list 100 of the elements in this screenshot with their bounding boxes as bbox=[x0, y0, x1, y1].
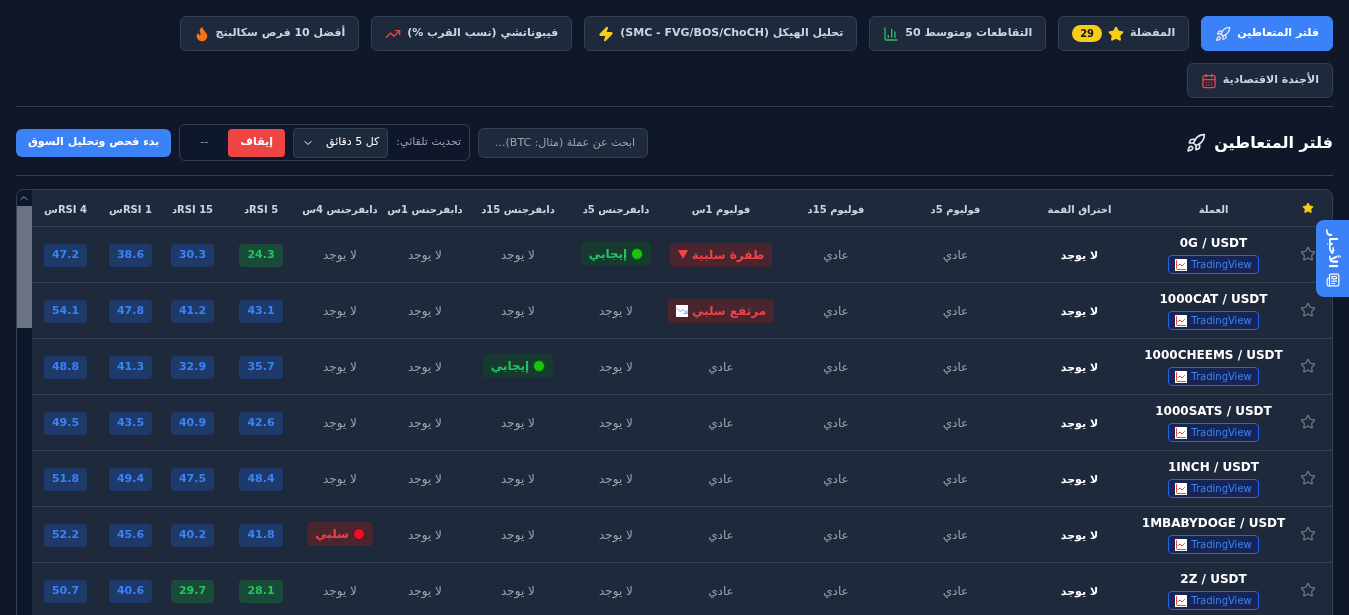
rsi-badge: 24.3 bbox=[239, 244, 283, 267]
volume-badge: مرتفع سلبي bbox=[667, 298, 775, 323]
divergence-text: لا يوجد bbox=[323, 416, 357, 430]
nav-tab[interactable]: الأجندة الاقتصادية bbox=[1186, 63, 1333, 98]
chart-icon bbox=[1175, 426, 1188, 439]
rsi-badge: 43.5 bbox=[108, 412, 153, 435]
divergence-text: لا يوجد bbox=[408, 528, 442, 542]
breakout-text: لا يوجد bbox=[1060, 305, 1099, 318]
nav-tab[interactable]: التقاطعات ومتوسط 50 bbox=[869, 16, 1047, 51]
divergence-text: لا يوجد bbox=[323, 304, 357, 318]
divergence-text: لا يوجد bbox=[501, 584, 535, 598]
volume-text: عادي bbox=[942, 584, 969, 598]
star-icon bbox=[1302, 201, 1314, 214]
tradingview-link[interactable]: TradingView bbox=[1168, 535, 1259, 554]
search-field[interactable]: ابحث عن عملة (مثال: BTC)... bbox=[478, 127, 649, 158]
news-tab[interactable]: الأخبار bbox=[1316, 220, 1349, 297]
column-header: فوليوم 5د bbox=[930, 203, 981, 215]
tradingview-link[interactable]: TradingView bbox=[1168, 255, 1259, 274]
favorite-star-icon[interactable] bbox=[1300, 582, 1316, 598]
tradingview-link[interactable]: TradingView bbox=[1168, 479, 1259, 498]
divergence-text: لا يوجد bbox=[501, 472, 535, 486]
chart-icon bbox=[1175, 482, 1188, 495]
count-badge: 29 bbox=[1072, 25, 1103, 42]
chart-icon bbox=[1175, 538, 1188, 551]
tradingview-link[interactable]: TradingView bbox=[1168, 423, 1259, 442]
favorite-star-icon[interactable] bbox=[1300, 470, 1316, 486]
nav-tab[interactable]: فلتر المتعاطين bbox=[1201, 16, 1333, 51]
lightning-icon bbox=[598, 25, 615, 42]
breakout-text: لا يوجد bbox=[1060, 529, 1099, 542]
rsi-badge: 40.9 bbox=[170, 412, 215, 435]
pair-name: 1000SATS / USDT bbox=[1155, 403, 1272, 420]
divergence-text: لا يوجد bbox=[408, 360, 442, 374]
volume-text: عادي bbox=[823, 360, 849, 374]
volume-text: عادي bbox=[942, 528, 969, 542]
star-icon bbox=[1108, 25, 1125, 42]
volume-badge: طفرة سلبية bbox=[669, 242, 773, 267]
rsi-badge: 47.8 bbox=[108, 300, 153, 323]
column-header: العملة bbox=[1198, 203, 1229, 215]
volume-text: عادي bbox=[708, 528, 734, 542]
divergence-text: لا يوجد bbox=[599, 416, 633, 430]
divergence-text: لا يوجد bbox=[323, 472, 357, 486]
rsi-badge: 28.1 bbox=[239, 580, 283, 603]
divergence-text: لا يوجد bbox=[323, 248, 357, 262]
column-header: RSI 4س bbox=[44, 203, 87, 215]
divergence-text: لا يوجد bbox=[408, 304, 442, 318]
divergence-text: لا يوجد bbox=[501, 304, 535, 318]
auto-refresh-label: تحديث تلقائي: bbox=[396, 134, 462, 151]
scroll-thumb[interactable] bbox=[17, 206, 32, 328]
volume-text: عادي bbox=[942, 248, 969, 262]
rsi-badge: 38.6 bbox=[108, 244, 153, 267]
divergence-text: لا يوجد bbox=[408, 584, 442, 598]
calendar-icon bbox=[1200, 72, 1217, 89]
favorite-star-icon[interactable] bbox=[1300, 302, 1316, 318]
rsi-badge: 41.8 bbox=[239, 524, 283, 547]
rsi-badge: 47.2 bbox=[43, 244, 88, 267]
divergence-badge: إيجابي bbox=[580, 241, 652, 266]
favorite-star-icon[interactable] bbox=[1300, 414, 1316, 430]
rsi-badge: 35.7 bbox=[239, 356, 283, 379]
breakout-text: لا يوجد bbox=[1060, 417, 1099, 430]
page-title: فلتر المتعاطين bbox=[1214, 131, 1333, 154]
rsi-badge: 50.7 bbox=[43, 580, 88, 603]
scrollbar[interactable] bbox=[17, 190, 32, 615]
pair-name: 0G / USDT bbox=[1179, 235, 1248, 252]
nav-tab[interactable]: تحليل الهيكل (SMC - FVG/BOS/ChoCH) bbox=[584, 16, 858, 51]
tradingview-link[interactable]: TradingView bbox=[1168, 591, 1259, 610]
nav-tab[interactable]: فيبوناتشي (نسب القرب %) bbox=[371, 16, 573, 51]
tradingview-link[interactable]: TradingView bbox=[1168, 367, 1259, 386]
rsi-badge: 41.2 bbox=[170, 300, 215, 323]
rsi-badge: 41.3 bbox=[108, 356, 153, 379]
tradingview-link[interactable]: TradingView bbox=[1168, 311, 1259, 330]
volume-text: عادي bbox=[823, 248, 849, 262]
breakout-text: لا يوجد bbox=[1060, 361, 1099, 374]
favorite-star-icon[interactable] bbox=[1300, 246, 1316, 262]
divergence-badge: سلبي bbox=[307, 521, 373, 546]
volume-text: عادي bbox=[942, 360, 969, 374]
divergence-text: لا يوجد bbox=[599, 304, 633, 318]
column-header: فوليوم 1س bbox=[691, 203, 751, 215]
favorite-star-icon[interactable] bbox=[1300, 526, 1316, 542]
volume-text: عادي bbox=[942, 304, 969, 318]
rsi-badge: 48.4 bbox=[239, 468, 283, 491]
rsi-badge: 49.4 bbox=[108, 468, 153, 491]
interval-select[interactable]: كل 5 دقائق bbox=[292, 127, 389, 158]
stop-button[interactable]: إيقاف bbox=[228, 128, 285, 157]
rsi-badge: 49.5 bbox=[43, 412, 88, 435]
scan-button[interactable]: بدء فحص وتحليل السوق bbox=[16, 128, 172, 157]
breakout-text: لا يوجد bbox=[1060, 249, 1099, 262]
divergence-text: لا يوجد bbox=[323, 360, 357, 374]
rsi-badge: 52.2 bbox=[43, 524, 88, 547]
divergence-text: لا يوجد bbox=[408, 472, 442, 486]
volume-text: عادي bbox=[708, 360, 734, 374]
newspaper-icon bbox=[1325, 272, 1340, 287]
column-header: RSI 1س bbox=[109, 203, 152, 215]
favorite-star-icon[interactable] bbox=[1300, 358, 1316, 374]
pair-name: 2Z / USDT bbox=[1180, 571, 1247, 588]
column-header: فوليوم 15د bbox=[807, 203, 865, 215]
column-header: دايفرجنس 15د bbox=[481, 203, 555, 215]
volume-text: عادي bbox=[708, 416, 734, 430]
nav-tab[interactable]: أفضل 10 فرص سكالبنج bbox=[179, 16, 360, 51]
divergence-text: لا يوجد bbox=[501, 416, 535, 430]
volume-text: عادي bbox=[823, 304, 849, 318]
